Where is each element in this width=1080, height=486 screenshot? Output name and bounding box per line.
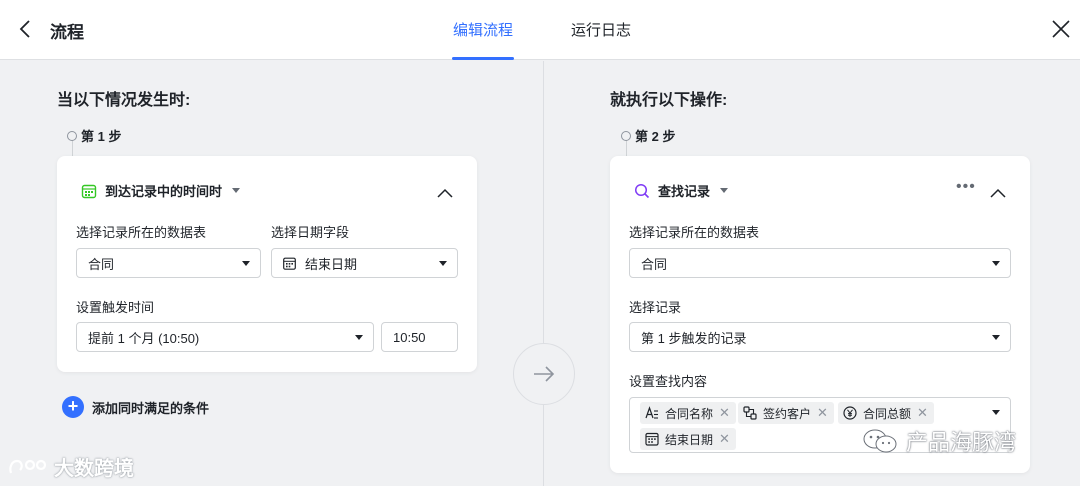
field-tag-label: 合同名称 [665,406,714,421]
back-icon[interactable] [16,18,36,40]
trigger-time-value: 提前 1 个月 (10:50) [88,330,200,346]
trigger-type-label: 到达记录中的时间时 [105,184,223,199]
more-options-icon[interactable]: ••• [956,178,976,196]
field-tag: 合同总额 ✕ [838,402,934,424]
collapse-chevron-up-icon[interactable] [990,185,1006,198]
trigger-card: 到达记录中的时间时 选择记录所在的数据表 合同 选择日期字段 结束日期 设置触发… [57,156,477,372]
field-tag: 结束日期 ✕ [640,428,736,450]
field-tag-label: 合同总额 [863,406,912,421]
caret-down-icon [992,335,1000,340]
calendar-icon [81,184,97,198]
action-table-value: 合同 [641,256,668,272]
trigger-time-select[interactable]: 提前 1 个月 (10:50) [76,322,374,352]
add-condition-button[interactable]: + 添加同时满足的条件 [62,396,209,418]
currency-field-icon [843,406,857,420]
tab-edit-flow[interactable]: 编辑流程 [453,19,513,40]
add-condition-label: 添加同时满足的条件 [92,400,210,416]
date-field-icon [645,432,659,446]
active-tab-indicator [452,57,514,60]
action-table-select[interactable]: 合同 [629,248,1011,278]
caret-down-icon [242,261,250,266]
tab-run-log[interactable]: 运行日志 [571,19,631,40]
record-select[interactable]: 第 1 步触发的记录 [629,322,1011,352]
step-circle-icon [67,130,77,141]
caret-down-icon [355,335,363,340]
table-label: 选择记录所在的数据表 [76,225,207,240]
field-tag: 签约客户 ✕ [738,402,834,424]
watermark-logo-icon [9,459,47,473]
trigger-section-title: 当以下情况发生时: [57,92,191,109]
record-select-value: 第 1 步触发的记录 [641,330,747,346]
step-2-label: 第 2 步 [635,129,676,144]
arrow-right-icon [534,366,555,382]
step-1-label: 第 1 步 [81,129,122,144]
date-field-select[interactable]: 结束日期 [271,248,458,278]
watermark-right: 产品海豚湾 [862,425,1016,457]
date-field-label: 选择日期字段 [271,225,350,240]
panel-divider [543,61,544,486]
step-circle-icon [621,130,631,141]
link-field-icon [743,406,757,420]
date-field-icon [283,257,296,270]
remove-tag-icon[interactable]: ✕ [719,405,730,421]
watermark-right-text: 产品海豚湾 [906,430,1017,455]
table-select-value: 合同 [88,256,115,272]
wechat-icon [863,429,897,453]
action-section-title: 就执行以下操作: [610,92,728,109]
caret-down-icon [232,188,241,193]
caret-down-icon [992,410,1000,415]
action-type-dropdown[interactable]: 查找记录 [634,181,729,200]
record-label: 选择记录 [629,300,682,315]
text-field-icon [645,406,658,419]
step-2: 第 2 步 [621,126,675,145]
time-input[interactable]: 10:50 [381,322,458,352]
watermark-left-text: 大数跨境 [54,458,134,480]
table-select[interactable]: 合同 [76,248,261,278]
flow-arrow [513,343,575,405]
close-icon[interactable] [1050,18,1072,40]
caret-down-icon [992,261,1000,266]
caret-down-icon [439,261,447,266]
field-tag: 合同名称 ✕ [640,402,736,424]
caret-down-icon [720,188,729,193]
action-table-label: 选择记录所在的数据表 [629,225,760,240]
action-type-label: 查找记录 [658,184,711,199]
field-tag-label: 签约客户 [763,406,812,421]
search-icon [634,183,650,198]
step-1: 第 1 步 [67,126,121,145]
page-title: 流程 [50,23,84,42]
collapse-chevron-up-icon[interactable] [437,185,453,198]
trigger-time-label: 设置触发时间 [76,300,155,315]
remove-tag-icon[interactable]: ✕ [817,405,828,421]
date-field-value: 结束日期 [305,256,358,272]
trigger-type-dropdown[interactable]: 到达记录中的时间时 [81,181,241,200]
watermark-left: 大数跨境 [8,452,134,481]
content-label: 设置查找内容 [629,374,708,389]
plus-icon: + [62,396,84,418]
top-bar: 流程 编辑流程 运行日志 [0,0,1080,60]
remove-tag-icon[interactable]: ✕ [917,405,928,421]
remove-tag-icon[interactable]: ✕ [719,431,730,447]
field-tag-label: 结束日期 [665,432,714,447]
time-input-value: 10:50 [393,329,426,345]
